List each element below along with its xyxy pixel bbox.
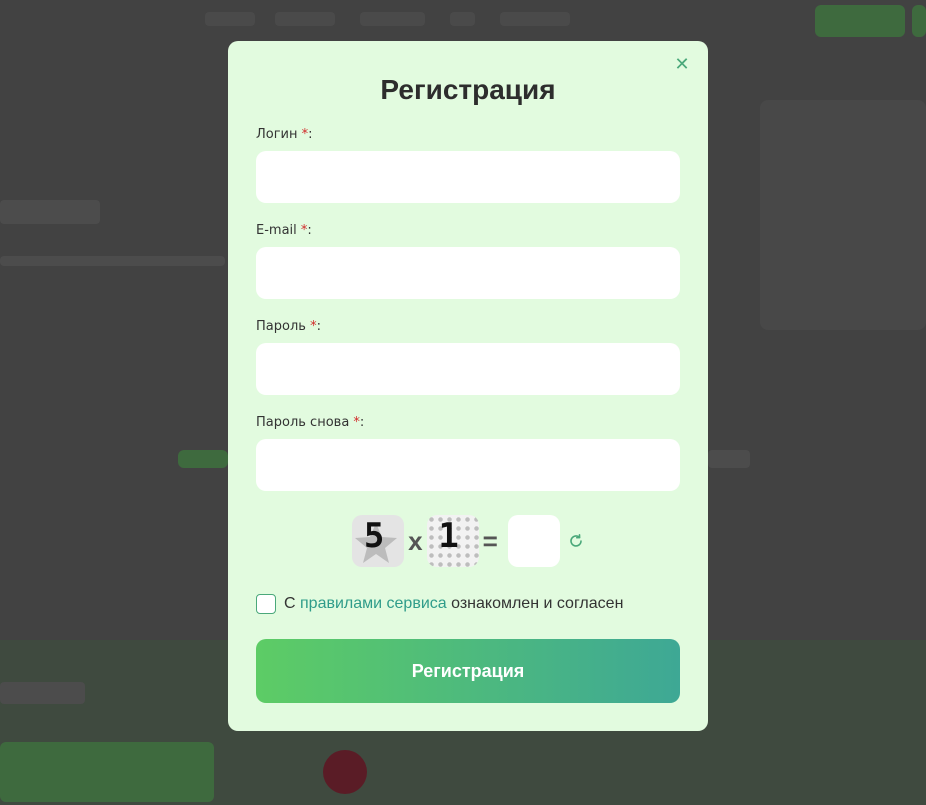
login-label: Логин *: [256,127,313,142]
refresh-icon[interactable] [568,533,584,549]
close-icon[interactable]: ✕ [672,55,692,75]
bg-avatar [323,750,367,794]
bg-header-button [815,5,905,37]
captcha-operand-2: 1 [426,515,479,567]
password-field: Пароль *: [256,319,680,395]
password-repeat-input[interactable] [256,439,680,491]
login-field: Логин *: [256,127,680,203]
agreement-row: С правилами сервиса ознакомлен и согласе… [256,593,680,615]
bg-heading [0,200,100,224]
bg-text-line [0,256,225,266]
captcha-equals: = [482,525,498,556]
email-field: E-mail *: [256,223,680,299]
registration-modal: ✕ Регистрация Логин *: E-mail *: Пароль … [228,41,708,731]
email-input[interactable] [256,247,680,299]
agreement-text: С правилами сервиса ознакомлен и согласе… [284,595,624,612]
bg-green-text [178,450,228,468]
bg-side-panel [760,100,926,330]
password-repeat-field: Пароль снова *: [256,415,680,491]
modal-title: Регистрация [380,74,556,105]
bg-nav-item [205,12,255,26]
password-input[interactable] [256,343,680,395]
register-button[interactable]: Регистрация [256,639,680,703]
email-label: E-mail *: [256,223,312,238]
bg-footer-heading [0,682,85,704]
bg-heading-part [708,450,750,468]
captcha-operator: x [408,525,423,556]
captcha-answer-input[interactable] [507,515,560,567]
agreement-checkbox[interactable] [256,594,276,614]
bg-nav-item [275,12,335,26]
password-repeat-label: Пароль снова *: [256,415,365,430]
captcha: 5 x 1 = [256,515,680,567]
password-label: Пароль *: [256,319,321,334]
bg-nav-item [360,12,425,26]
captcha-operand-1: 5 [352,515,405,567]
bg-header-button [912,5,926,37]
login-input[interactable] [256,151,680,203]
terms-link[interactable]: правилами сервиса [300,595,447,612]
bg-footer-button [0,742,214,802]
bg-nav-item [500,12,570,26]
bg-nav-item [450,12,475,26]
